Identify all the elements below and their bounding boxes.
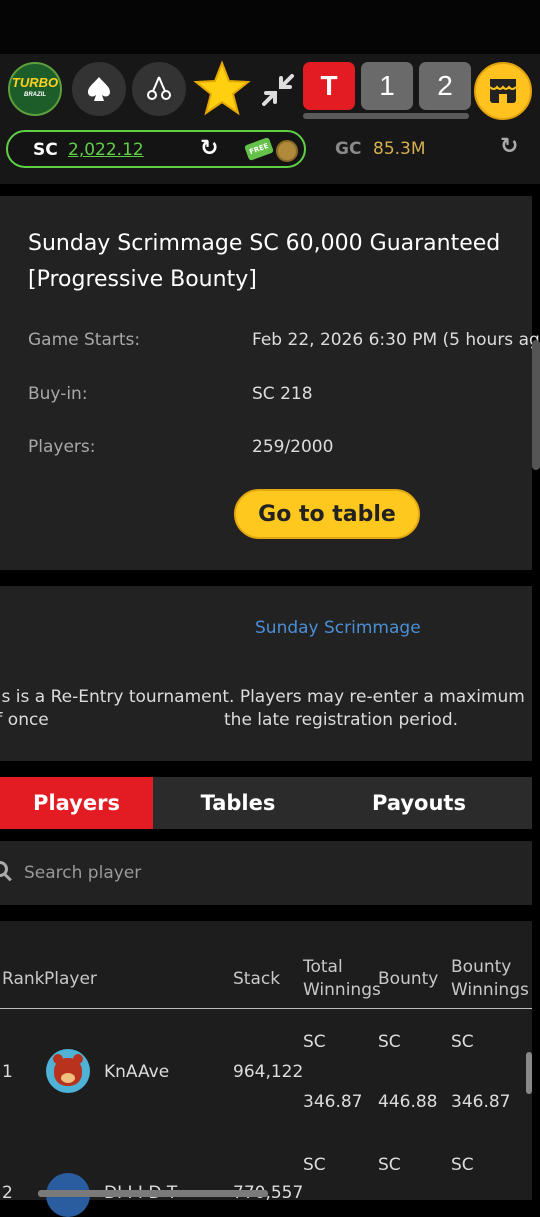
buyin-label: Buy-in: [28, 384, 88, 404]
players-value: 259/2000 [252, 437, 334, 457]
sc-balance-pill[interactable]: SC 2,022.12 ↻ FREE [6, 130, 306, 168]
header-rank[interactable]: Rank [2, 968, 44, 991]
table-tabs-scrollbar [303, 113, 469, 119]
search-input[interactable] [24, 859, 504, 887]
table-horizontal-scrollbar[interactable] [38, 1190, 268, 1197]
players-label: Players: [28, 437, 96, 457]
coin-icon[interactable] [276, 140, 298, 162]
header-bounty[interactable]: Bounty [378, 968, 438, 991]
player-search-bar [0, 841, 532, 905]
header-stack[interactable]: Stack [233, 968, 280, 991]
sc-balance-value[interactable]: 2,022.12 [68, 140, 144, 160]
buyin-value: SC 218 [252, 384, 313, 404]
header-bounty-winnings-2[interactable]: Winnings [451, 979, 529, 1002]
go-to-table-button[interactable]: Go to table [234, 489, 420, 539]
minimize-icon[interactable] [258, 70, 298, 110]
tab-payouts[interactable]: Payouts [323, 777, 515, 829]
free-coins-badge[interactable]: FREE [244, 137, 274, 161]
tournament-link[interactable]: Sunday Scrimmage [255, 618, 421, 638]
row-1-total: 346.87 [303, 1092, 363, 1112]
header-total-winnings[interactable]: Winnings [303, 979, 381, 1002]
row-1-bounty-winnings: 346.87 [451, 1092, 511, 1112]
table-tab-1[interactable]: 1 [361, 62, 413, 110]
tournament-info-panel: Sunday Scrimmage SC 60,000 Guaranteed [P… [0, 196, 540, 570]
gc-label: GC [335, 139, 362, 159]
logo-text: TURBO BRAZIL [11, 75, 59, 98]
tournament-title: Sunday Scrimmage SC 60,000 Guaranteed [P… [28, 231, 501, 292]
table-tab-2[interactable]: 2 [419, 62, 471, 110]
row-1-stack: 964,122 [233, 1062, 304, 1082]
player-avatar[interactable] [46, 1049, 90, 1093]
tab-players[interactable]: Players [0, 777, 153, 829]
table-tab-t[interactable]: T [303, 62, 355, 110]
header-bounty-winnings[interactable]: Bounty [451, 956, 511, 979]
tournament-tabs: Players Tables Payouts [0, 777, 532, 829]
refresh-gc-icon[interactable]: ↻ [500, 134, 518, 159]
header-divider [0, 1008, 532, 1009]
spade-icon[interactable] [72, 62, 126, 116]
row-1-total-currency: SC [303, 1032, 326, 1052]
row-1-bounty-currency: SC [378, 1032, 401, 1052]
row-2-bounty-currency: SC [378, 1155, 401, 1175]
row-1-bw-currency: SC [451, 1032, 474, 1052]
status-bar [0, 0, 540, 54]
page-scrollbar[interactable] [532, 340, 540, 470]
row-1-rank: 1 [2, 1062, 13, 1082]
game-starts-value: Feb 22, 2026 6:30 PM (5 hours ago) [252, 330, 540, 350]
header-total[interactable]: Total [303, 956, 343, 979]
cherry-icon[interactable] [132, 62, 186, 116]
row-2-bw-currency: SC [451, 1155, 474, 1175]
brand-logo[interactable]: TURBO BRAZIL [8, 62, 62, 116]
row-1-player[interactable]: KnAAve [104, 1062, 169, 1082]
row-2-total-currency: SC [303, 1155, 326, 1175]
favorite-star-icon[interactable] [193, 60, 251, 118]
sc-label: SC [33, 140, 58, 160]
header-player[interactable]: Player [44, 968, 97, 991]
tab-tables[interactable]: Tables [153, 777, 323, 829]
game-starts-label: Game Starts: [28, 330, 141, 350]
row-2-rank: 2 [2, 1183, 13, 1203]
tournament-description: Sunday Scrimmage his is a Re-Entry tourn… [0, 586, 532, 761]
description-line-2: the late registration period. [224, 710, 459, 730]
refresh-sc-icon[interactable]: ↻ [200, 136, 218, 161]
gc-balance-value: 85.3M [373, 139, 426, 159]
row-1-bounty: 446.88 [378, 1092, 438, 1112]
players-table: Rank Player Stack Total Winnings Bounty … [0, 921, 532, 1217]
shop-icon[interactable] [474, 62, 532, 120]
table-vertical-scrollbar[interactable] [526, 1052, 532, 1094]
